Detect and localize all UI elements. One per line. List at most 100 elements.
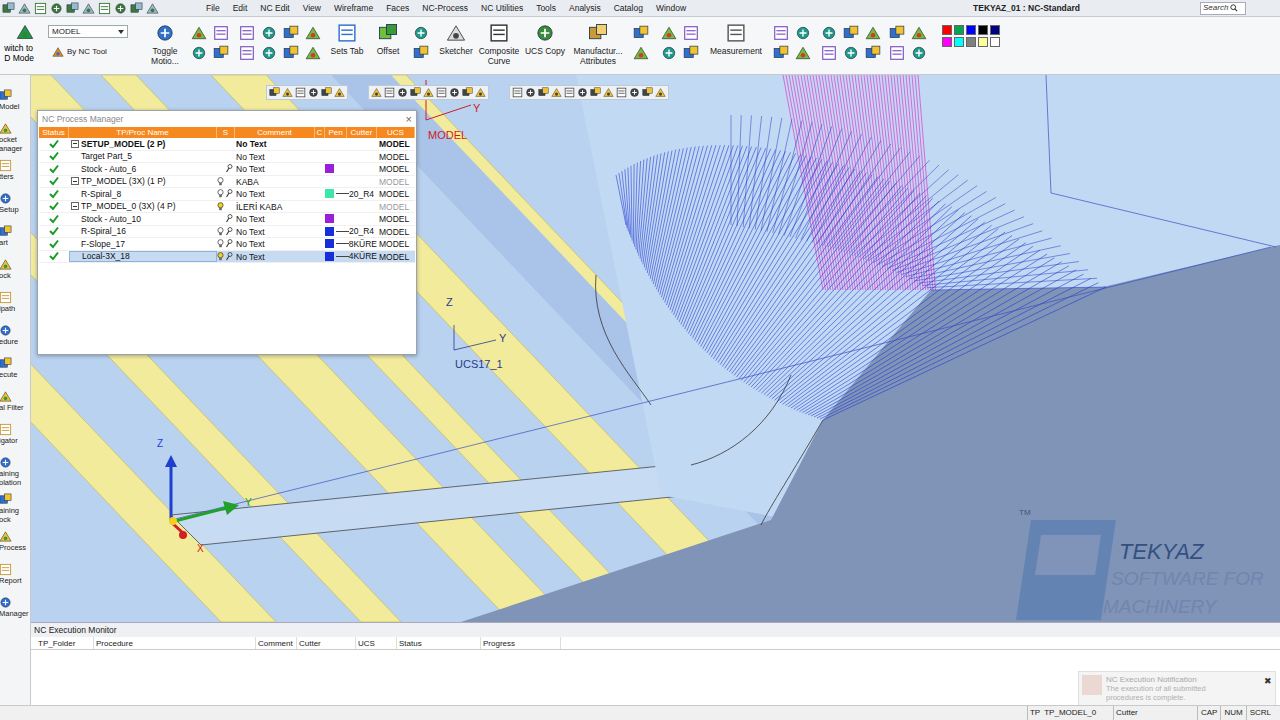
column-header[interactable]: TP_Folder bbox=[36, 637, 94, 649]
quick-access-icon[interactable] bbox=[50, 2, 63, 15]
view-tool-icon[interactable] bbox=[269, 87, 280, 98]
toolbar-item-icon[interactable] bbox=[0, 456, 12, 469]
left-toolbar-item[interactable]: tters bbox=[0, 159, 30, 186]
view-tool-icon[interactable] bbox=[590, 87, 601, 98]
tool-icon[interactable] bbox=[261, 25, 277, 41]
menu-item[interactable]: NC Utilities bbox=[481, 2, 523, 15]
view-tool-icon[interactable] bbox=[449, 87, 460, 98]
composite-curve-button[interactable]: CompositeCurve bbox=[476, 17, 522, 74]
process-row[interactable]: Stock - Auto_6No TextMODEL bbox=[39, 163, 415, 176]
pen-color-swatch[interactable] bbox=[325, 252, 334, 261]
left-toolbar-item[interactable]: Setup bbox=[0, 192, 30, 219]
left-toolbar-item[interactable]: ainingock bbox=[0, 493, 30, 524]
wrench-icon[interactable] bbox=[225, 214, 233, 223]
quick-access-icon[interactable] bbox=[114, 2, 127, 15]
process-manager-window[interactable]: NC Process Manager×StatusTP/Proc NameSCo… bbox=[37, 110, 417, 355]
offset-button-icon[interactable] bbox=[378, 23, 398, 43]
left-toolbar-item[interactable]: ocketanager bbox=[0, 122, 30, 153]
menu-item[interactable]: Window bbox=[656, 2, 686, 15]
view-tool-icon[interactable] bbox=[334, 87, 345, 98]
view-tool-icon[interactable] bbox=[538, 87, 549, 98]
switch-mode-button[interactable]: witch toD Mode bbox=[0, 17, 34, 74]
tool-icon[interactable] bbox=[213, 45, 229, 61]
tool-icon[interactable] bbox=[661, 25, 677, 41]
lamp-icon[interactable] bbox=[217, 252, 224, 261]
column-header[interactable]: Cutter bbox=[297, 637, 356, 649]
tool-icon[interactable] bbox=[773, 45, 789, 61]
toolbar-item-icon[interactable] bbox=[0, 89, 12, 102]
column-header[interactable]: Comment bbox=[235, 127, 315, 138]
toolbar-item-icon[interactable] bbox=[0, 390, 12, 403]
toolbar-item-icon[interactable] bbox=[0, 530, 12, 543]
column-header[interactable]: Status bbox=[397, 637, 481, 649]
offset-button[interactable]: Offset bbox=[368, 17, 408, 74]
tool-icon[interactable] bbox=[191, 25, 207, 41]
ucs-copy-button[interactable]: UCS Copy bbox=[522, 17, 568, 74]
toolbar-item-icon[interactable] bbox=[0, 159, 12, 172]
tool-icon[interactable] bbox=[413, 25, 429, 41]
toolbar-item-icon[interactable] bbox=[0, 225, 12, 238]
tool-icon[interactable] bbox=[283, 25, 299, 41]
toolbar-item-icon[interactable] bbox=[0, 596, 12, 609]
left-toolbar-item[interactable]: al Filter bbox=[0, 390, 30, 417]
tool-icon[interactable] bbox=[305, 45, 321, 61]
view-tool-icon[interactable] bbox=[642, 87, 653, 98]
tool-icon[interactable] bbox=[889, 45, 905, 61]
menu-item[interactable]: Faces bbox=[386, 2, 409, 15]
tool-icon[interactable] bbox=[843, 25, 859, 41]
view-tool-icon[interactable] bbox=[629, 87, 640, 98]
view-tool-icon[interactable] bbox=[397, 87, 408, 98]
left-toolbar-item[interactable]: art bbox=[0, 225, 30, 252]
process-row[interactable]: Local-3X_18No Text4KÜREMODEL bbox=[39, 251, 415, 264]
view-tool-icon[interactable] bbox=[371, 87, 382, 98]
notification-close[interactable]: ✖ bbox=[1264, 675, 1272, 689]
color-swatch[interactable] bbox=[966, 25, 976, 35]
pen-color-swatch[interactable] bbox=[325, 164, 334, 173]
view-tool-icon[interactable] bbox=[475, 87, 486, 98]
toolbar-item-icon[interactable] bbox=[0, 258, 12, 271]
close-button[interactable]: × bbox=[406, 114, 412, 125]
pen-color-swatch[interactable] bbox=[325, 214, 334, 223]
wrench-icon[interactable] bbox=[225, 239, 233, 248]
tool-icon[interactable] bbox=[661, 45, 677, 61]
lamp-icon[interactable] bbox=[217, 177, 224, 186]
toolbar-item-icon[interactable] bbox=[0, 357, 12, 370]
color-swatch[interactable] bbox=[942, 25, 952, 35]
left-toolbar-item[interactable]: Report bbox=[0, 563, 30, 590]
column-header[interactable]: S bbox=[217, 127, 235, 138]
view-tool-icon[interactable] bbox=[436, 87, 447, 98]
sets-tab-button-icon[interactable] bbox=[337, 23, 357, 43]
process-manager-titlebar[interactable]: NC Process Manager× bbox=[38, 111, 416, 127]
composite-curve-button-icon[interactable] bbox=[489, 23, 509, 43]
tool-icon[interactable] bbox=[889, 25, 905, 41]
column-header[interactable]: Pen bbox=[325, 127, 347, 138]
color-swatch[interactable] bbox=[942, 37, 952, 47]
color-swatch[interactable] bbox=[966, 37, 976, 47]
tool-icon[interactable] bbox=[305, 25, 321, 41]
tool-icon[interactable] bbox=[239, 25, 255, 41]
view-tool-icon[interactable] bbox=[616, 87, 627, 98]
left-toolbar-item[interactable]: Model bbox=[0, 89, 30, 116]
tool-icon[interactable] bbox=[911, 45, 927, 61]
sketcher-button-icon[interactable] bbox=[446, 23, 466, 43]
manufacturing-attributes-button-icon[interactable] bbox=[588, 23, 608, 43]
column-header[interactable]: Status bbox=[39, 127, 69, 138]
view-tool-icon[interactable] bbox=[655, 87, 666, 98]
tool-icon[interactable] bbox=[191, 45, 207, 61]
quick-access-icon[interactable] bbox=[66, 2, 79, 15]
process-row[interactable]: F-Slope_17No Text8KÜREMODEL bbox=[39, 238, 415, 251]
ucs-copy-button-icon[interactable] bbox=[535, 23, 555, 43]
tool-icon[interactable] bbox=[683, 25, 699, 41]
tool-icon[interactable] bbox=[239, 45, 255, 61]
process-row[interactable]: R-Spiral_8No Text20_R4MODEL bbox=[39, 188, 415, 201]
switch-mode-icon[interactable] bbox=[16, 23, 34, 41]
lamp-icon[interactable] bbox=[217, 189, 224, 198]
lamp-icon[interactable] bbox=[217, 239, 224, 248]
column-header[interactable]: Progress bbox=[481, 637, 561, 649]
quick-access-icon[interactable] bbox=[34, 2, 47, 15]
menu-item[interactable]: Catalog bbox=[614, 2, 643, 15]
left-toolbar-item[interactable]: ainingolation bbox=[0, 456, 30, 487]
quick-access-icon[interactable] bbox=[130, 2, 143, 15]
toolbar-item-icon[interactable] bbox=[0, 122, 12, 135]
view-tool-icon[interactable] bbox=[410, 87, 421, 98]
